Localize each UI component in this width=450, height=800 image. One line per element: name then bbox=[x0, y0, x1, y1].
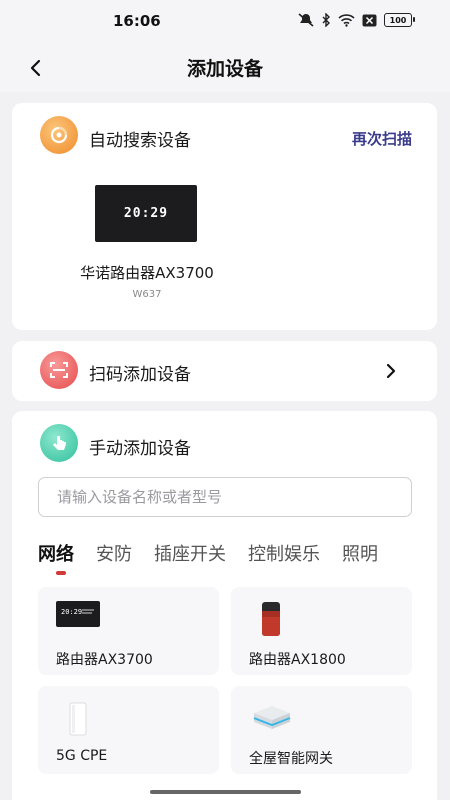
device-tile-label: 5G CPE bbox=[56, 748, 108, 764]
nav-bar: 添加设备 bbox=[0, 44, 450, 92]
tab-lighting[interactable]: 照明 bbox=[342, 540, 378, 566]
manual-add-icon bbox=[40, 424, 78, 462]
device-tile-label: 路由器AX3700 bbox=[56, 652, 153, 668]
auto-search-title: 自动搜索设备 bbox=[89, 131, 191, 151]
router-ax3700-image: 20:29 bbox=[95, 185, 197, 242]
device-search-input[interactable] bbox=[38, 477, 412, 517]
tab-sockets-switches[interactable]: 插座开关 bbox=[154, 540, 226, 566]
manual-add-card: 手动添加设备 网络 安防插座开关控制娱乐照明 20:29 路由器AX3700 路由… bbox=[12, 411, 437, 800]
device-tile-label: 全屋智能网关 bbox=[249, 751, 333, 767]
tab-security[interactable]: 安防 bbox=[96, 540, 132, 566]
5g-cpe-icon bbox=[68, 702, 88, 740]
svg-text:20:29: 20:29 bbox=[61, 608, 82, 616]
found-device-model: W637 bbox=[132, 289, 162, 300]
status-time: 16:06 bbox=[113, 12, 161, 30]
device-clock-display: 20:29 bbox=[123, 206, 169, 221]
auto-search-icon bbox=[40, 116, 78, 154]
scan-add-title: 扫码添加设备 bbox=[89, 365, 191, 385]
found-device-name: 华诺路由器AX3700 bbox=[80, 264, 214, 282]
battery-icon: 100 bbox=[384, 13, 415, 27]
category-tabs: 网络 安防 插座开关 控制娱乐 照明 bbox=[38, 540, 437, 580]
chevron-right-icon bbox=[386, 363, 396, 379]
device-tile-router-ax1800[interactable]: 路由器AX1800 bbox=[231, 587, 412, 675]
page-title: 添加设备 bbox=[186, 58, 263, 80]
device-tile-label: 路由器AX1800 bbox=[249, 652, 346, 668]
wifi-icon bbox=[338, 13, 355, 27]
scan-qr-icon bbox=[40, 351, 78, 389]
tab-network[interactable]: 网络 bbox=[38, 540, 74, 575]
home-indicator[interactable] bbox=[150, 790, 301, 794]
router-ax3700-icon: 20:29 bbox=[56, 601, 100, 631]
status-bar: 16:06 100 bbox=[0, 0, 450, 44]
device-tile-5g-cpe[interactable]: 5G CPE bbox=[38, 686, 219, 774]
bluetooth-icon bbox=[322, 13, 331, 27]
tab-active-indicator bbox=[56, 571, 66, 575]
auto-search-card: 自动搜索设备 再次扫描 20:29 华诺路由器AX3700 W637 bbox=[12, 103, 437, 330]
tab-label: 网络 bbox=[38, 544, 74, 565]
rescan-button[interactable]: 再次扫描 bbox=[352, 128, 412, 149]
device-tile-smart-gateway[interactable]: 全屋智能网关 bbox=[231, 686, 412, 774]
manual-add-title: 手动添加设备 bbox=[89, 439, 191, 459]
device-tile-router-ax3700[interactable]: 20:29 路由器AX3700 bbox=[38, 587, 219, 675]
status-icons: 100 bbox=[297, 13, 415, 27]
no-sim-icon bbox=[362, 14, 377, 27]
mute-icon bbox=[297, 13, 315, 27]
scan-add-card[interactable]: 扫码添加设备 bbox=[12, 341, 437, 401]
router-ax1800-icon bbox=[261, 601, 281, 641]
smart-gateway-icon bbox=[251, 704, 293, 734]
tab-control-entertainment[interactable]: 控制娱乐 bbox=[248, 540, 320, 566]
